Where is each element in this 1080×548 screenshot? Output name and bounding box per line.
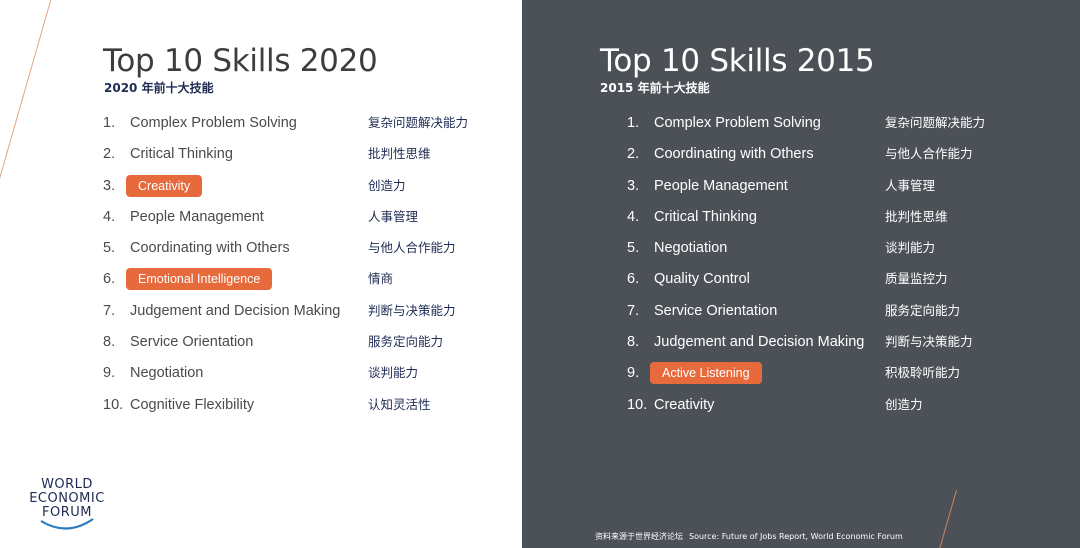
skill-name: Judgement and Decision Making — [130, 302, 341, 319]
skill-name-zh: 复杂问题解决能力 — [885, 115, 986, 130]
skill-name-zh: 质量监控力 — [885, 271, 948, 287]
skill-name-zh: 批判性思维 — [885, 208, 948, 224]
skill-rank: 7. — [627, 302, 640, 319]
skill-rank: 5. — [627, 240, 640, 257]
skill-rank: 6. — [627, 271, 640, 288]
skill-rank: 1. — [627, 115, 640, 131]
skill-name-zh: 判断与决策能力 — [368, 302, 456, 318]
skill-name-zh: 人事管理 — [368, 208, 419, 224]
title-2020: Top 10 Skills 2020 — [103, 43, 378, 79]
skill-name-zh: 与他人合作能力 — [885, 146, 973, 162]
skill-name-highlighted: Creativity — [126, 174, 203, 197]
title-2015: Top 10 Skills 2015 — [600, 43, 875, 79]
skill-name-zh: 人事管理 — [885, 177, 936, 193]
skill-name-zh: 服务定向能力 — [368, 334, 444, 350]
skill-name-zh: 谈判能力 — [885, 240, 936, 256]
skill-rank: 3. — [627, 177, 640, 194]
skill-name-zh: 创造力 — [885, 396, 923, 412]
skill-name-zh: 认知灵活性 — [368, 396, 431, 412]
subtitle-2020: 2020 年前十大技能 — [104, 81, 214, 95]
skill-name: Service Orientation — [654, 302, 778, 319]
skill-name: Cognitive Flexibility — [130, 396, 255, 413]
skill-name-zh: 服务定向能力 — [885, 302, 961, 318]
skill-rank: 8. — [103, 334, 116, 351]
skills-2015-panel: Top 10 Skills 2015 2015 年前十大技能 1. Complex… — [522, 0, 1080, 548]
skill-name-highlighted: Emotional Intelligence — [126, 268, 273, 291]
skill-rank: 10. — [103, 396, 124, 413]
skill-name-zh: 复杂问题解决能力 — [368, 115, 469, 130]
subtitle-2015: 2015 年前十大技能 — [600, 81, 710, 95]
skills-2020-panel: Top 10 Skills 2020 2020 年前十大技能 1. Complex… — [0, 0, 522, 548]
skill-name-zh: 谈判能力 — [368, 365, 419, 381]
skill-name-zh: 积极聆听能力 — [885, 365, 961, 381]
source-note-zh: 资料来源于世界经济论坛 — [595, 532, 683, 541]
skill-name: Critical Thinking — [654, 208, 757, 225]
wef-arc-icon — [40, 518, 94, 530]
skill-rank: 10. — [627, 396, 648, 413]
skill-name: Coordinating with Others — [654, 146, 814, 163]
skill-name-zh: 情商 — [368, 271, 394, 287]
skill-rank: 4. — [627, 208, 640, 225]
skill-name: Complex Problem Solving — [130, 115, 297, 131]
skill-rank: 2. — [103, 146, 116, 163]
skill-name-highlighted: Active Listening — [650, 362, 762, 385]
skill-rank: 5. — [103, 240, 116, 257]
skill-name-zh: 创造力 — [368, 177, 406, 193]
skill-name: Critical Thinking — [130, 146, 233, 163]
skill-name: Judgement and Decision Making — [654, 334, 865, 351]
skill-name-zh: 与他人合作能力 — [368, 240, 456, 256]
skill-rank: 3. — [103, 177, 116, 194]
logo-text-line-2: ECONOMIC — [29, 491, 105, 506]
skill-name: Creativity — [654, 396, 715, 413]
skill-rank: 6. — [103, 271, 116, 288]
skill-name: Negotiation — [130, 365, 204, 382]
skill-name: People Management — [130, 208, 264, 225]
skill-rank: 8. — [627, 334, 640, 351]
skill-rank: 2. — [627, 146, 640, 163]
skill-rank: 4. — [103, 208, 116, 225]
decorative-line — [0, 0, 53, 211]
skill-name-zh: 批判性思维 — [368, 146, 431, 162]
skill-name: Service Orientation — [130, 334, 254, 351]
skill-name: Complex Problem Solving — [654, 115, 821, 131]
decorative-line — [936, 490, 957, 548]
skill-rank: 9. — [103, 365, 116, 382]
skill-rank: 7. — [103, 302, 116, 319]
wef-logo: WORLD ECONOMIC FORUM — [17, 478, 117, 538]
skill-name: Quality Control — [654, 271, 750, 288]
skill-name: Negotiation — [654, 240, 728, 257]
logo-text-line-1: WORLD — [41, 477, 93, 492]
skill-name: People Management — [654, 177, 788, 194]
source-note-en: Source: Future of Jobs Report, World Eco… — [689, 532, 903, 541]
skill-name-zh: 判断与决策能力 — [885, 334, 973, 350]
skill-name: Coordinating with Others — [130, 240, 290, 257]
skill-rank: 9. — [627, 365, 640, 382]
source-note: 资料来源于世界经济论坛 Source: Future of Jobs Report… — [595, 531, 909, 542]
skill-rank: 1. — [103, 115, 116, 131]
